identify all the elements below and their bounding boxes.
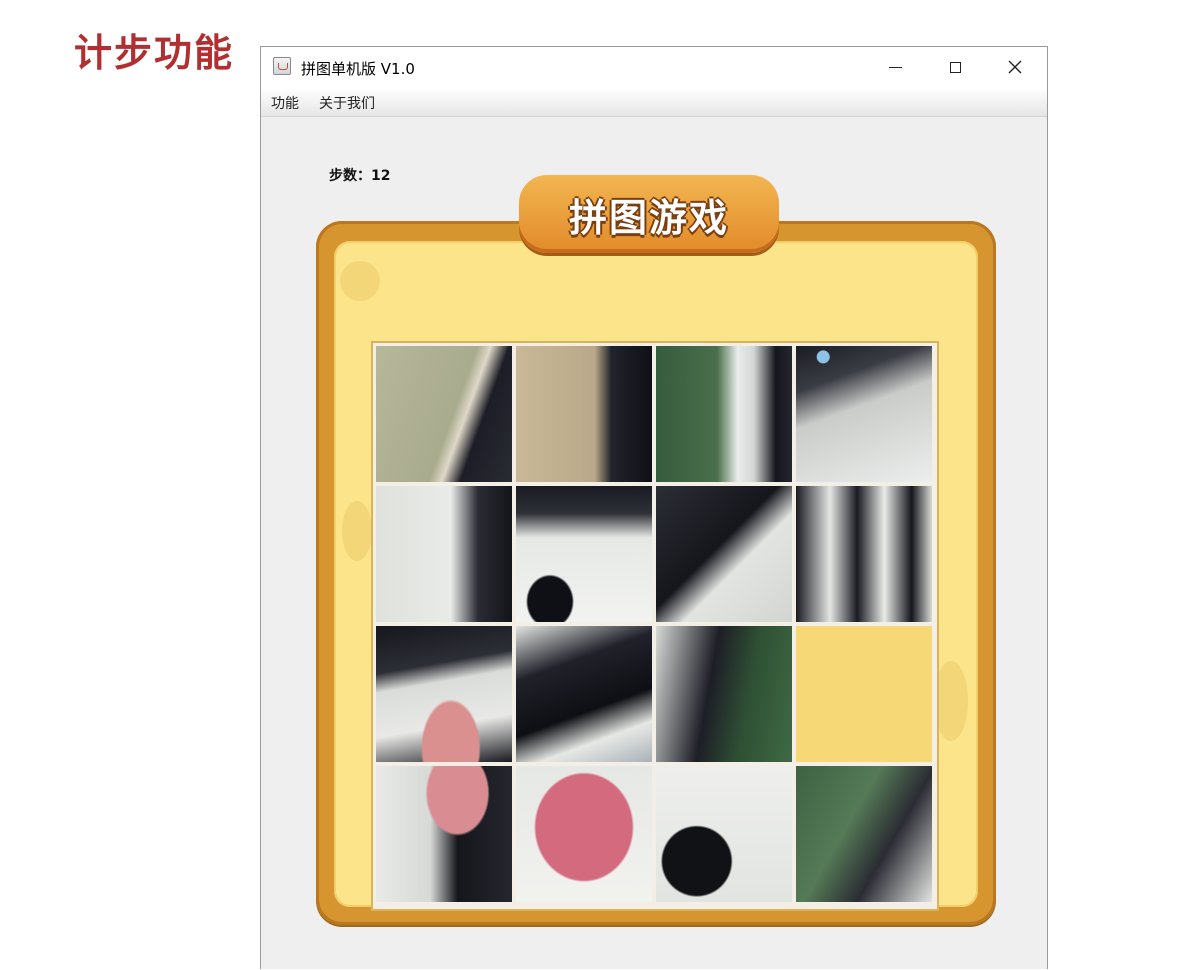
puzzle-tile[interactable] xyxy=(376,626,512,762)
step-label: 步数： xyxy=(329,168,371,184)
empty-tile-slot xyxy=(796,626,932,762)
puzzle-tile[interactable] xyxy=(376,486,512,622)
puzzle-tile[interactable] xyxy=(376,346,512,482)
app-window: 拼图单机版 V1.0 功能 关于我们 步数：12 拼图游戏 xyxy=(260,46,1048,969)
menu-bar: 功能 关于我们 xyxy=(261,87,1047,117)
puzzle-tile[interactable] xyxy=(376,766,512,902)
minimize-button[interactable] xyxy=(865,47,925,87)
puzzle-tile[interactable] xyxy=(516,346,652,482)
maximize-icon xyxy=(949,61,961,73)
menu-function[interactable]: 功能 xyxy=(271,93,299,113)
minimize-icon xyxy=(888,66,902,68)
puzzle-tile[interactable] xyxy=(796,486,932,622)
puzzle-tile[interactable] xyxy=(656,766,792,902)
puzzle-tile[interactable] xyxy=(796,346,932,482)
game-panel: 步数：12 拼图游戏 xyxy=(261,117,1047,970)
menu-about-us[interactable]: 关于我们 xyxy=(319,93,375,113)
maximize-button[interactable] xyxy=(925,47,985,87)
java-app-icon xyxy=(273,57,291,75)
step-value: 12 xyxy=(371,168,391,184)
puzzle-tile[interactable] xyxy=(516,486,652,622)
window-title: 拼图单机版 V1.0 xyxy=(301,60,415,78)
puzzle-tile[interactable] xyxy=(516,766,652,902)
title-bar[interactable]: 拼图单机版 V1.0 xyxy=(261,47,1047,87)
puzzle-grid xyxy=(373,343,937,909)
puzzle-tile[interactable] xyxy=(656,346,792,482)
step-counter: 步数：12 xyxy=(329,165,390,185)
banner-title: 拼图游戏 xyxy=(568,195,729,240)
puzzle-tile[interactable] xyxy=(656,486,792,622)
puzzle-tile[interactable] xyxy=(516,626,652,762)
close-button[interactable] xyxy=(985,47,1045,87)
game-title-banner: 拼图游戏 xyxy=(519,175,779,253)
puzzle-tile[interactable] xyxy=(656,626,792,762)
slide-title: 计步功能 xyxy=(74,31,235,75)
close-icon xyxy=(1008,60,1022,74)
puzzle-tile[interactable] xyxy=(796,766,932,902)
